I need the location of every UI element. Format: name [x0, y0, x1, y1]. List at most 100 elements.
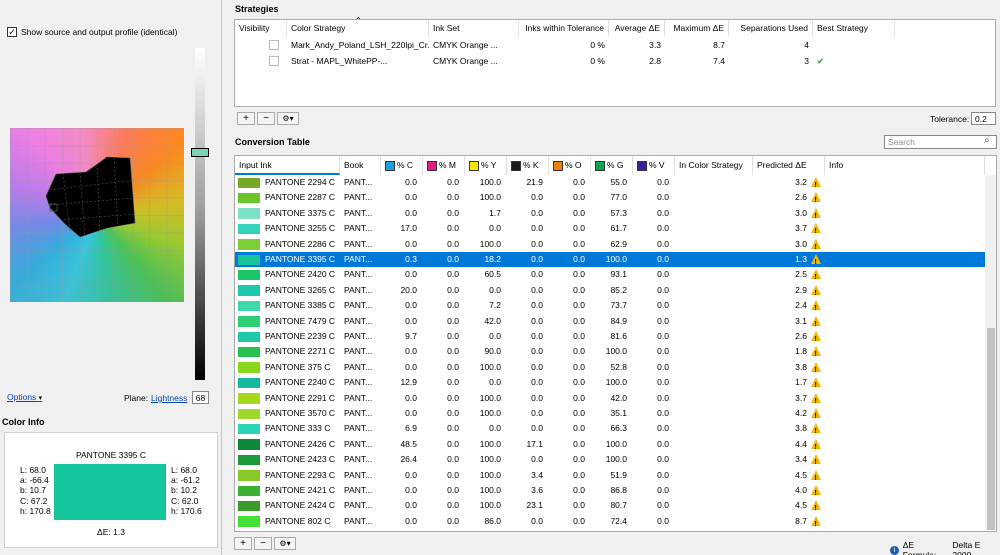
ink-percent-g: 73.7: [610, 300, 627, 311]
table-row[interactable]: PANTONE 3570 C PANT... 0.0 0.0 100.0 0.0 0.0 35…: [235, 406, 985, 424]
col-input-ink[interactable]: Input Ink: [235, 156, 340, 175]
ink-percent-m: 0.0: [447, 207, 459, 218]
table-row[interactable]: PANTONE 2286 C PANT... 0.0 0.0 100.0 0.0 0.0 62…: [235, 237, 985, 255]
table-row[interactable]: PANTONE 3385 C PANT... 0.0 0.0 7.2 0.0 0.0 73.7…: [235, 298, 985, 317]
show-profile-checkbox[interactable]: ✓: [7, 27, 17, 37]
table-row[interactable]: PANTONE 2426 C PANT... 48.5 0.0 100.0 17.1 0.0…: [235, 437, 985, 455]
table-row[interactable]: PANTONE 2293 C PANT... 0.0 0.0 100.0 3.4 0.0 51…: [235, 468, 985, 486]
ink-name: PANTONE 2291 C: [265, 392, 336, 403]
table-row[interactable]: PANTONE 2420 C PANT... 0.0 0.0 60.5 0.0 0.0 93.…: [235, 267, 985, 286]
ink-percent-o: 0.0: [573, 284, 585, 295]
ink-percent-k: 0.0: [531, 346, 543, 357]
ink-percent-m: 0.0: [447, 269, 459, 280]
lightness-slider-handle[interactable]: [191, 148, 209, 157]
table-row[interactable]: PANTONE 3375 C PANT... 0.0 0.0 1.7 0.0 0.0 57.3…: [235, 206, 985, 224]
plane-value-link[interactable]: Lightness: [151, 393, 187, 403]
ink-book: PANT...: [344, 392, 373, 403]
ink-percent-k: 17.1: [526, 438, 543, 449]
strategy-row[interactable]: Strat - MAPL_WhitePP-... CMYK Orange ...…: [235, 53, 995, 69]
col-best-strategy[interactable]: Best Strategy: [813, 20, 895, 37]
ink-percent-v: 0.0: [657, 500, 669, 511]
ink-book: PANT...: [344, 223, 373, 234]
table-row[interactable]: PANTONE 3265 C PANT... 20.0 0.0 0.0 0.0 0.0 85.…: [235, 283, 985, 301]
lightness-input[interactable]: 68: [192, 391, 209, 404]
strategy-avg: 3.3: [649, 40, 661, 50]
col-predicted-de[interactable]: Predicted ΔE: [753, 156, 825, 175]
col-orange[interactable]: % O: [549, 156, 591, 175]
ink-percent-c: 0.0: [405, 515, 417, 526]
scrollbar-thumb[interactable]: [987, 328, 995, 530]
conversion-table-title: Conversion Table: [235, 137, 310, 147]
remove-strategy-button[interactable]: −: [257, 112, 275, 125]
show-profile-option[interactable]: ✓ Show source and output profile (identi…: [7, 27, 177, 37]
ink-color-swatch: [238, 362, 260, 373]
options-link[interactable]: Options ▾: [7, 392, 42, 402]
ink-percent-c: 6.9: [405, 423, 417, 434]
strategy-row[interactable]: Mark_Andy_Poland_LSH_220lpi_Cr... CMYK O…: [235, 37, 995, 53]
table-row[interactable]: PANTONE 2291 C PANT... 0.0 0.0 100.0 0.0 0.0 42…: [235, 391, 985, 409]
ink-book: PANT...: [344, 423, 373, 434]
table-row[interactable]: PANTONE 3255 C PANT... 17.0 0.0 0.0 0.0 0.0 61.…: [235, 221, 985, 240]
col-separations-used[interactable]: Separations Used: [729, 20, 813, 37]
strategy-settings-gear-icon[interactable]: ⚙▾: [277, 112, 299, 125]
ink-percent-v: 0.0: [657, 454, 669, 465]
col-inks-within[interactable]: Inks within Tolerance: [519, 20, 609, 37]
ink-percent-k: 0.0: [531, 300, 543, 311]
table-row[interactable]: PANTONE 333 C PANT... 6.9 0.0 0.0 0.0 0.0 66.3 0…: [235, 421, 985, 440]
ink-percent-v: 0.0: [657, 315, 669, 326]
ink-percent-g: 57.3: [610, 207, 627, 218]
ink-percent-y: 100.0: [479, 361, 501, 372]
ink-percent-m: 0.0: [447, 177, 459, 187]
ink-percent-g: 72.4: [610, 515, 627, 526]
output-l: L: 68.0: [171, 465, 197, 475]
warning-icon: [811, 469, 821, 486]
ink-percent-m: 0.0: [447, 438, 459, 449]
search-input[interactable]: Search: [884, 135, 997, 149]
col-black[interactable]: % K: [507, 156, 549, 175]
table-row[interactable]: PANTONE 3395 C PANT... 0.3 0.0 18.2 0.0 0.0 100…: [235, 252, 985, 270]
ink-name: PANTONE 2240 C: [265, 377, 336, 388]
table-row[interactable]: PANTONE 2239 C PANT... 9.7 0.0 0.0 0.0 0.0 81.6…: [235, 329, 985, 347]
col-average-de[interactable]: Average ΔE: [609, 20, 665, 37]
table-row[interactable]: PANTONE 2240 C PANT... 12.9 0.0 0.0 0.0 0.0 100…: [235, 375, 985, 394]
ink-percent-v: 0.0: [657, 469, 669, 480]
ink-percent-v: 0.0: [657, 438, 669, 449]
predicted-de: 4.0: [795, 485, 807, 495]
col-visibility[interactable]: Visibility: [235, 20, 287, 37]
col-magenta[interactable]: % M: [423, 156, 465, 175]
predicted-de: 2.6: [795, 192, 807, 203]
visibility-checkbox[interactable]: [269, 56, 279, 66]
table-row[interactable]: PANTONE 375 C PANT... 0.0 0.0 100.0 0.0 0.0 52.…: [235, 360, 985, 378]
table-row[interactable]: PANTONE 2294 C PANT... 0.0 0.0 100.0 21.9 0.0 5…: [235, 175, 985, 193]
col-cyan-label: % C: [397, 160, 414, 170]
remove-ink-button[interactable]: −: [254, 537, 272, 550]
col-green[interactable]: % G: [591, 156, 633, 175]
col-ink-set[interactable]: Ink Set: [429, 20, 519, 37]
col-book[interactable]: Book: [340, 156, 381, 175]
add-strategy-button[interactable]: +: [237, 112, 255, 125]
add-ink-button[interactable]: +: [234, 537, 252, 550]
col-orange-label: % O: [565, 160, 582, 170]
lightness-slider-track[interactable]: [195, 48, 205, 380]
conversion-settings-gear-icon[interactable]: ⚙▾: [274, 537, 296, 550]
col-yellow[interactable]: % Y: [465, 156, 507, 175]
predicted-de: 2.9: [795, 284, 807, 295]
tolerance-input[interactable]: 0.2: [971, 112, 996, 125]
source-c: C: 67.2: [20, 495, 48, 506]
col-maximum-de[interactable]: Maximum ΔE: [665, 20, 729, 37]
col-violet[interactable]: % V: [633, 156, 675, 175]
table-row[interactable]: PANTONE 802 C PANT... 0.0 0.0 86.0 0.0 0.0 72.4…: [235, 514, 985, 531]
predicted-de: 3.1: [795, 315, 807, 326]
table-row[interactable]: PANTONE 2423 C PANT... 26.4 0.0 100.0 0.0 0.0 1…: [235, 452, 985, 471]
warning-icon: [811, 392, 821, 409]
table-row[interactable]: PANTONE 7479 C PANT... 0.0 0.0 42.0 0.0 0.0 84.…: [235, 314, 985, 332]
col-in-color-strategy[interactable]: In Color Strategy: [675, 156, 753, 175]
visibility-checkbox[interactable]: [269, 40, 279, 50]
table-row[interactable]: PANTONE 2421 C PANT... 0.0 0.0 100.0 3.6 0.0 86…: [235, 483, 985, 501]
table-row[interactable]: PANTONE 2287 C PANT... 0.0 0.0 100.0 0.0 0.0 77…: [235, 190, 985, 209]
source-l: L: 68.0: [20, 465, 46, 475]
col-cyan[interactable]: % C: [381, 156, 423, 175]
table-row[interactable]: PANTONE 2424 C PANT... 0.0 0.0 100.0 23.1 0.0 8…: [235, 498, 985, 517]
col-info[interactable]: Info: [825, 156, 985, 175]
table-row[interactable]: PANTONE 2271 C PANT... 0.0 0.0 90.0 0.0 0.0 100…: [235, 344, 985, 363]
